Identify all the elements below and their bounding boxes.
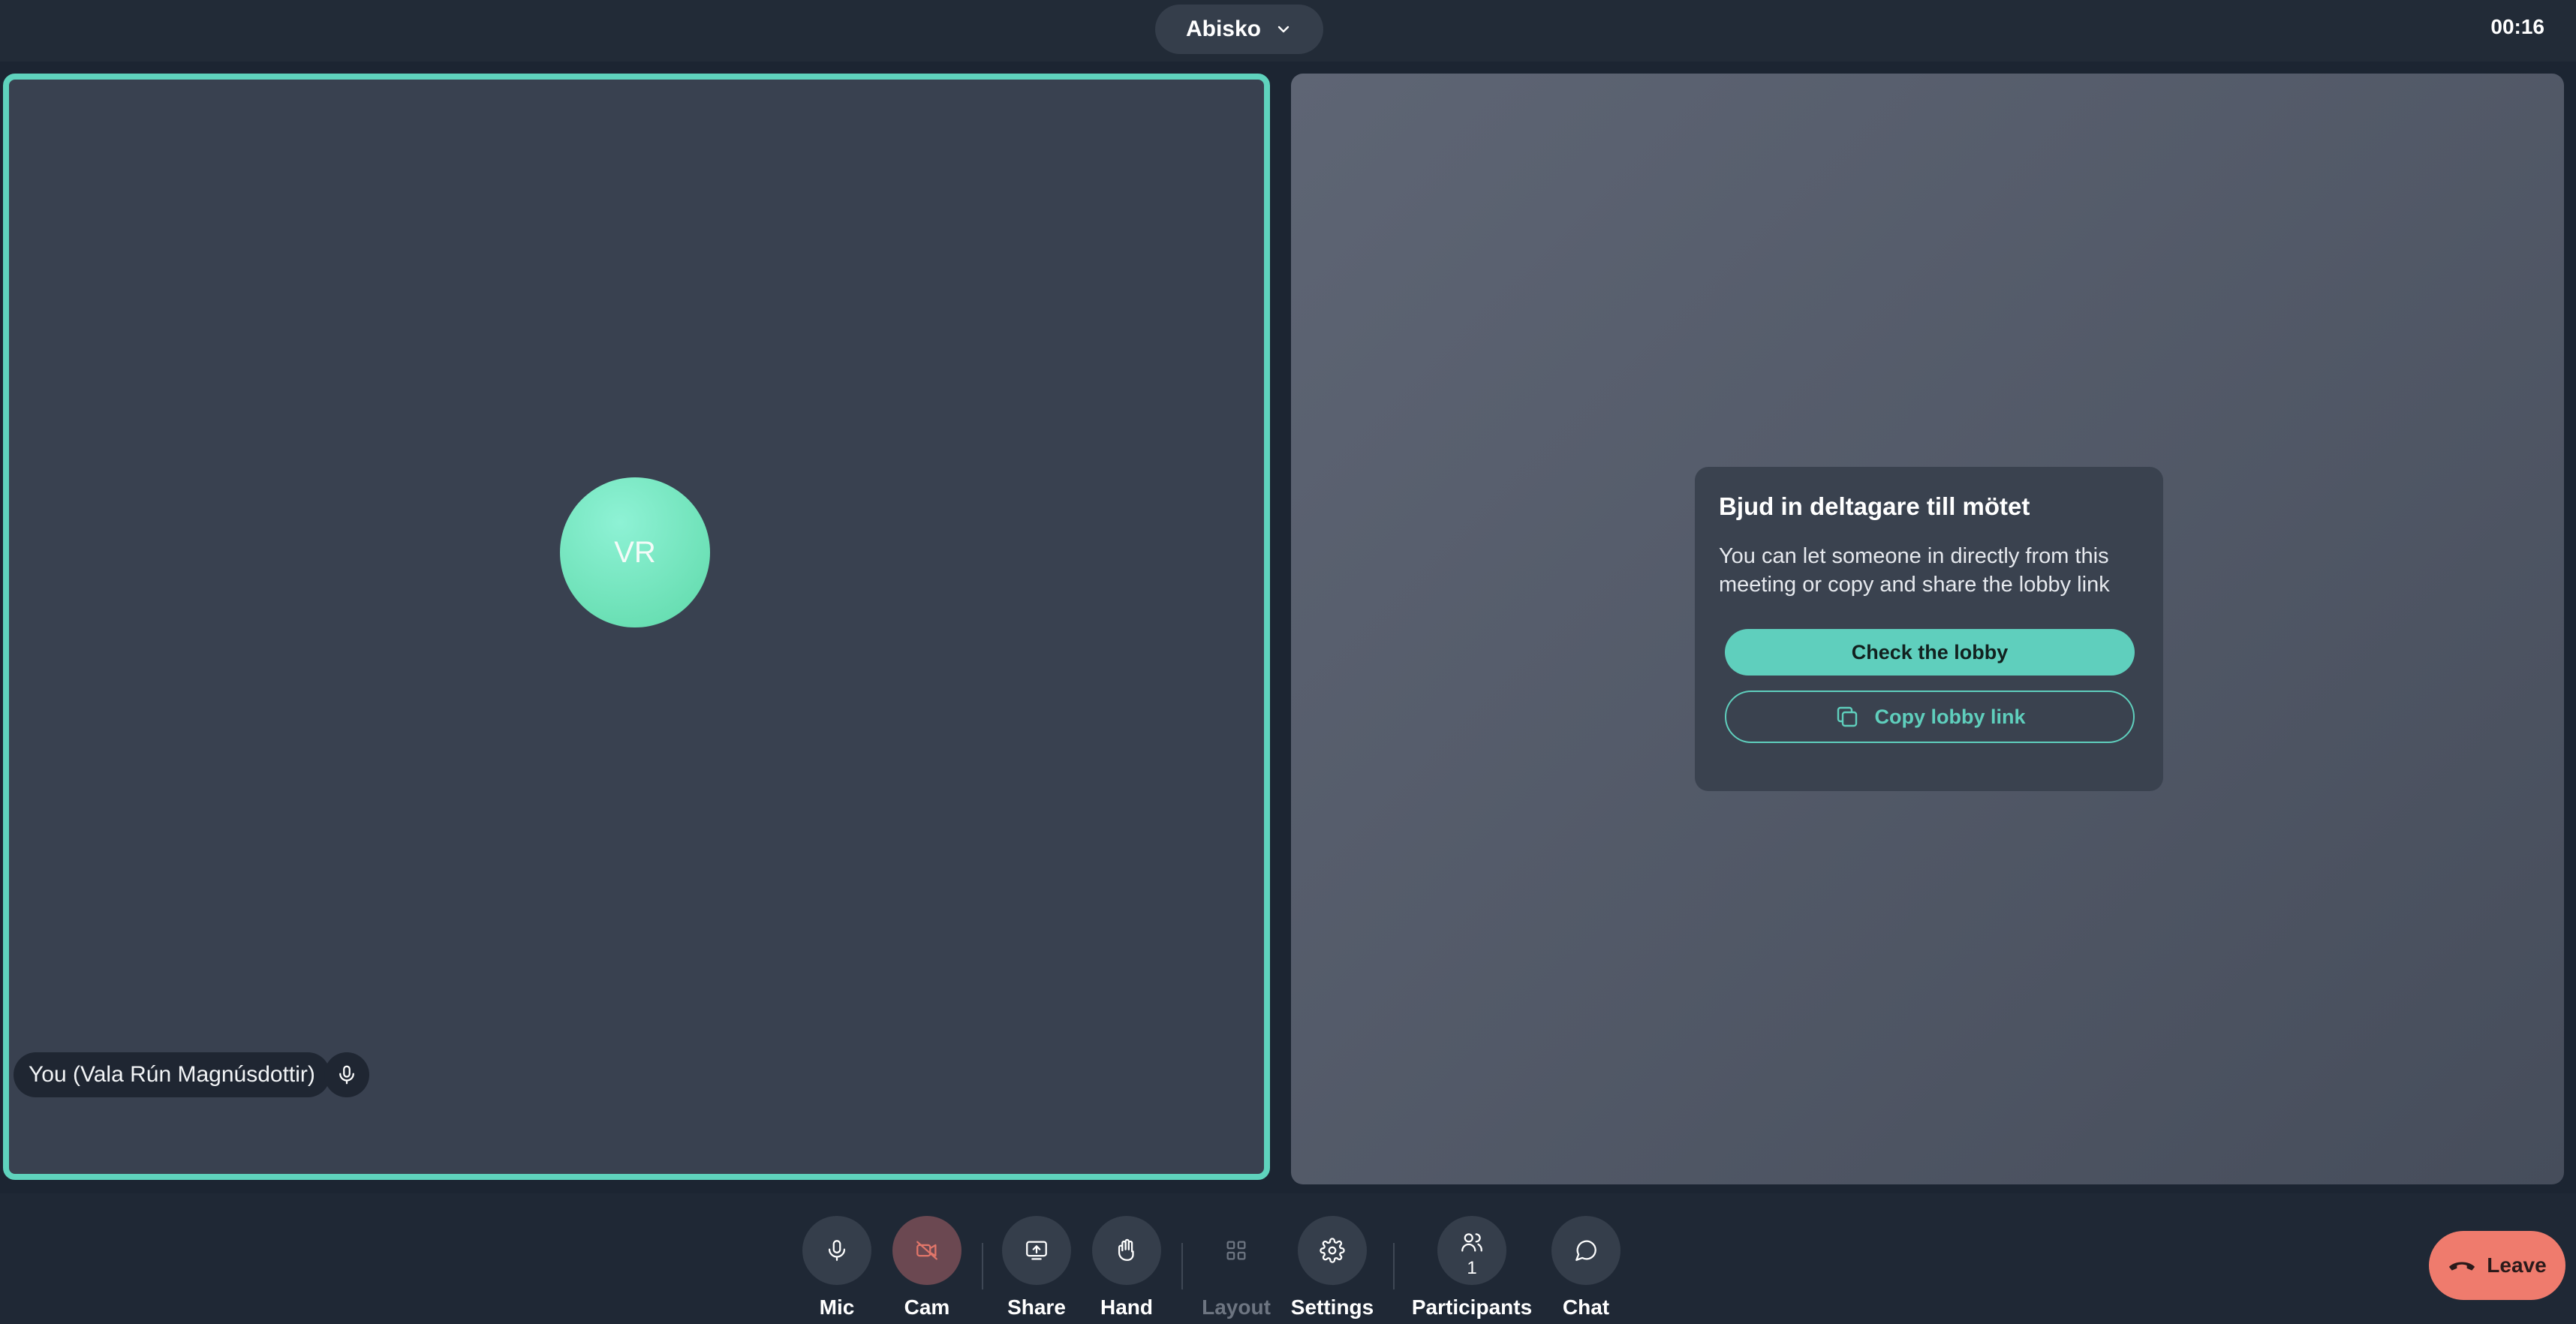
participants-count: 1 [1467,1258,1477,1278]
hand-label: Hand [1100,1295,1153,1319]
avatar: VR [560,477,710,627]
participants-button[interactable]: 1 Participants [1412,1216,1532,1319]
microphone-icon [828,1240,846,1261]
camera-off-icon [916,1241,937,1260]
chat-bubble-icon [1575,1240,1596,1261]
layout-label: Layout [1202,1295,1271,1319]
copy-lobby-link-label: Copy lobby link [1874,705,2026,728]
participant-name: You (Vala Rún Magnúsdottir) [29,1062,315,1087]
invite-card: Bjud in deltagare till mötet You can let… [1695,467,2163,791]
microphone-icon [339,1065,354,1085]
toolbar-divider [1393,1243,1395,1289]
invite-title: Bjud in deltagare till mötet [1719,492,2030,520]
chevron-down-icon [1277,26,1290,33]
avatar-initials: VR [614,535,656,569]
people-icon [1461,1233,1482,1252]
room-name: Abisko [1185,17,1262,41]
copy-icon [1837,706,1858,727]
leave-label: Leave [2487,1253,2547,1277]
room-selector[interactable]: Abisko [1155,5,1323,54]
chat-button[interactable]: Chat [1530,1216,1642,1319]
leave-button[interactable]: Leave [2429,1231,2565,1300]
screen-share-icon [1026,1241,1047,1260]
cam-label: Cam [904,1295,950,1319]
grid-icon [1226,1241,1246,1260]
hang-up-icon [2449,1262,2475,1271]
chat-label: Chat [1562,1295,1610,1319]
check-lobby-button[interactable]: Check the lobby [1725,629,2135,676]
hand-icon [1118,1238,1134,1261]
mic-status-badge [324,1052,369,1097]
raise-hand-button[interactable]: Hand [1070,1216,1183,1319]
copy-lobby-link-button[interactable]: Copy lobby link [1725,691,2135,743]
settings-label: Settings [1290,1295,1374,1319]
mic-label: Mic [819,1295,855,1319]
settings-button[interactable]: Settings [1276,1216,1389,1319]
participant-name-tag: You (Vala Rún Magnúsdottir) [14,1052,330,1097]
check-lobby-label: Check the lobby [1851,640,2009,664]
invite-description: You can let someone in directly from thi… [1719,544,2110,597]
meeting-timer: 00:16 [2490,15,2544,38]
camera-button[interactable]: Cam [871,1216,983,1319]
gear-icon [1320,1238,1345,1263]
participants-label: Participants [1411,1295,1533,1319]
share-label: Share [1007,1295,1066,1319]
